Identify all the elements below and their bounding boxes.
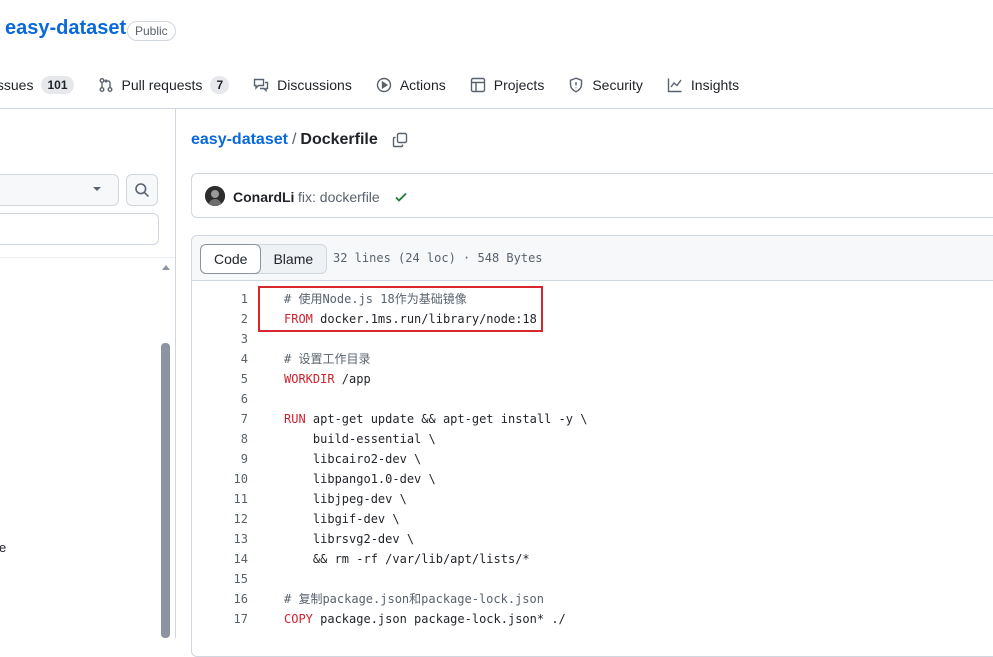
line-number[interactable]: 5 xyxy=(192,369,248,389)
code-text: /app xyxy=(334,372,371,386)
sidebar-scrollbar-thumb[interactable] xyxy=(161,343,170,638)
line-code: libcairo2-dev \ xyxy=(284,449,421,469)
discussion-icon xyxy=(253,77,269,93)
sidebar-divider xyxy=(175,109,176,638)
tab-pull-requests-label: Pull requests xyxy=(121,77,203,93)
file-search-button[interactable] xyxy=(126,174,158,206)
code-text: build-essential \ xyxy=(284,432,436,446)
line-code: libpango1.0-dev \ xyxy=(284,469,436,489)
repo-name-link[interactable]: easy-dataset xyxy=(5,17,126,40)
line-number[interactable]: 4 xyxy=(192,349,248,369)
code-text: libgif-dev \ xyxy=(284,512,400,526)
code-text: librsvg2-dev \ xyxy=(284,532,415,546)
tab-discussions-label: Discussions xyxy=(277,77,352,93)
code-tab[interactable]: Code xyxy=(200,244,262,274)
line-code: librsvg2-dev \ xyxy=(284,529,414,549)
line-code: # 复制package.json和package-lock.json xyxy=(284,589,544,609)
commit-author[interactable]: ConardLi xyxy=(233,189,294,205)
line-code: libgif-dev \ xyxy=(284,509,400,529)
visibility-badge: Public xyxy=(127,21,176,41)
line-number[interactable]: 11 xyxy=(192,489,248,509)
line-number[interactable]: 2 xyxy=(192,309,248,329)
line-number[interactable]: 9 xyxy=(192,449,248,469)
avatar[interactable] xyxy=(205,186,225,206)
breadcrumb-separator: / xyxy=(291,131,297,148)
line-number[interactable]: 14 xyxy=(192,549,248,569)
keyword-token: WORKDIR xyxy=(284,372,335,386)
header-divider xyxy=(0,108,993,109)
copy-path-icon[interactable] xyxy=(392,132,408,148)
line-code: && rm -rf /var/lib/apt/lists/* xyxy=(284,549,530,569)
pull-requests-counter: 7 xyxy=(210,76,230,94)
blame-tab[interactable]: Blame xyxy=(260,245,326,273)
tab-issues[interactable]: Issues 101 xyxy=(0,76,74,94)
keyword-token: RUN xyxy=(284,412,306,426)
file-tree-item-fragment[interactable]: e xyxy=(0,540,6,555)
line-code: COPY package.json package-lock.json* ./ xyxy=(284,609,566,629)
line-number[interactable]: 8 xyxy=(192,429,248,449)
highlight-annotation-box xyxy=(258,286,543,332)
breadcrumb-file-name: Dockerfile xyxy=(300,131,378,148)
line-number[interactable]: 6 xyxy=(192,389,248,409)
file-info: 32 lines (24 loc) · 548 Bytes xyxy=(333,251,543,265)
code-text: && rm -rf /var/lib/apt/lists/* xyxy=(284,552,530,566)
actions-play-icon xyxy=(376,77,392,93)
line-number[interactable]: 7 xyxy=(192,409,248,429)
tab-insights-label: Insights xyxy=(690,77,740,93)
line-number[interactable]: 17 xyxy=(192,609,248,629)
comment-token: # 设置工作目录 xyxy=(284,352,371,366)
line-number[interactable]: 15 xyxy=(192,569,248,589)
tab-security-label: Security xyxy=(592,77,643,93)
code-text: apt-get update && apt-get install -y \ xyxy=(305,412,588,426)
line-code: build-essential \ xyxy=(284,429,436,449)
tab-pull-requests[interactable]: Pull requests 7 xyxy=(98,76,230,94)
graph-icon xyxy=(667,77,683,93)
breadcrumb: easy-dataset / Dockerfile xyxy=(191,131,408,149)
line-number[interactable]: 3 xyxy=(192,329,248,349)
code-text: libcairo2-dev \ xyxy=(284,452,422,466)
tab-discussions[interactable]: Discussions xyxy=(253,77,352,93)
tab-insights[interactable]: Insights xyxy=(667,77,739,93)
chevron-down-icon xyxy=(92,185,102,193)
check-icon[interactable] xyxy=(394,190,408,204)
commit-message[interactable]: fix: dockerfile xyxy=(298,189,380,205)
code-text: libpango1.0-dev \ xyxy=(284,472,436,486)
shield-icon xyxy=(568,77,584,93)
tab-actions-label: Actions xyxy=(399,77,446,93)
code-text: libjpeg-dev \ xyxy=(284,492,407,506)
line-code: WORKDIR /app xyxy=(284,369,371,389)
repo-nav: Issues 101 Pull requests 7 Discussions A… xyxy=(0,70,763,100)
tab-actions[interactable]: Actions xyxy=(376,77,446,93)
projects-table-icon xyxy=(470,77,486,93)
pull-request-icon xyxy=(98,77,114,93)
view-toggle: Code Blame xyxy=(200,244,328,274)
tab-projects-label: Projects xyxy=(493,77,545,93)
tab-security[interactable]: Security xyxy=(568,77,643,93)
line-number[interactable]: 13 xyxy=(192,529,248,549)
go-to-file-input[interactable] xyxy=(0,213,159,245)
code-text: package.json package-lock.json* ./ xyxy=(312,612,566,626)
tab-projects[interactable]: Projects xyxy=(470,77,545,93)
line-number[interactable]: 16 xyxy=(192,589,248,609)
line-number[interactable]: 1 xyxy=(192,289,248,309)
tab-issues-label: Issues xyxy=(0,77,34,93)
keyword-token: COPY xyxy=(284,612,313,626)
line-number[interactable]: 12 xyxy=(192,509,248,529)
issues-counter: 101 xyxy=(41,76,74,94)
search-icon xyxy=(134,182,150,198)
line-code: RUN apt-get update && apt-get install -y… xyxy=(284,409,587,429)
line-number[interactable]: 10 xyxy=(192,469,248,489)
comment-token: # 复制package.json和package-lock.json xyxy=(284,592,544,606)
scroll-up-arrow-icon[interactable] xyxy=(160,262,172,272)
tree-divider xyxy=(0,257,175,258)
breadcrumb-repo-link[interactable]: easy-dataset xyxy=(191,131,288,149)
line-code: libjpeg-dev \ xyxy=(284,489,407,509)
line-code: # 设置工作目录 xyxy=(284,349,370,369)
